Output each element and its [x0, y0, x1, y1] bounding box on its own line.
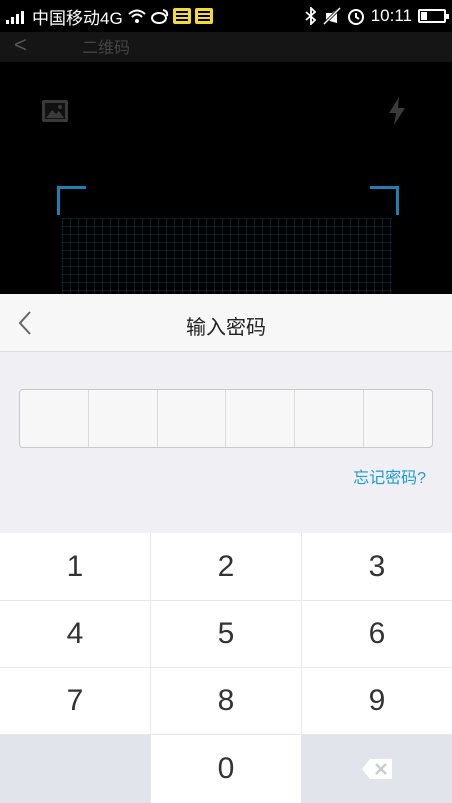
scanner-back-icon[interactable]: <	[14, 32, 27, 58]
password-digit-cell	[20, 390, 89, 447]
password-sheet: 输入密码 忘记密码? 1 2 3 4 5 6 7 8 9 0	[0, 294, 452, 803]
password-digit-cell	[158, 390, 227, 447]
numeric-keypad: 1 2 3 4 5 6 7 8 9 0	[0, 533, 452, 803]
scan-grid	[62, 218, 392, 294]
key-label: 1	[66, 549, 84, 583]
signal-icon	[6, 8, 24, 24]
clock-time: 10:11	[370, 6, 412, 25]
key-label: 2	[217, 549, 235, 583]
wifi-icon	[128, 9, 146, 23]
key-0[interactable]: 0	[151, 735, 301, 803]
yellow-app-icon	[172, 8, 191, 24]
backspace-key[interactable]	[302, 735, 452, 803]
password-digit-cell	[295, 390, 365, 447]
bluetooth-icon	[305, 7, 317, 25]
key-label: 3	[368, 549, 386, 583]
mute-icon	[322, 7, 341, 25]
battery-level	[421, 12, 427, 20]
key-3[interactable]: 3	[302, 533, 452, 600]
key-1[interactable]: 1	[0, 533, 150, 600]
key-6[interactable]: 6	[302, 601, 452, 667]
password-digit-cell	[226, 390, 296, 447]
key-label: 4	[66, 617, 84, 650]
status-bar: 中国移动4G 10:11	[0, 0, 452, 32]
carrier-label: 中国移动4G	[32, 8, 123, 28]
sheet-header: 输入密码	[0, 294, 452, 352]
key-8[interactable]: 8	[151, 668, 301, 734]
key-2[interactable]: 2	[151, 533, 301, 600]
key-7[interactable]: 7	[0, 668, 150, 734]
key-9[interactable]: 9	[302, 668, 452, 734]
key-blank	[0, 735, 150, 803]
scanner-title: 二维码	[82, 40, 131, 57]
flash-icon[interactable]	[386, 96, 408, 126]
key-5[interactable]: 5	[151, 601, 301, 667]
weibo-icon	[150, 9, 168, 24]
password-input[interactable]	[19, 389, 433, 448]
key-label: 7	[66, 684, 84, 717]
scanner-view: < 二维码	[0, 32, 452, 294]
gallery-icon[interactable]	[41, 99, 69, 123]
key-label: 5	[217, 617, 235, 650]
key-label: 8	[217, 684, 235, 717]
key-label: 6	[368, 617, 386, 650]
yellow-app-icon	[194, 8, 213, 24]
password-digit-cell	[89, 390, 158, 447]
scanner-header: < 二维码	[0, 32, 452, 62]
alarm-icon	[347, 9, 364, 25]
forgot-password-link[interactable]: 忘记密码?	[353, 464, 426, 488]
password-digit-cell	[364, 390, 432, 447]
sheet-title: 输入密码	[186, 317, 266, 339]
key-label: 9	[368, 684, 386, 717]
key-4[interactable]: 4	[0, 601, 150, 667]
scan-frame-corner	[57, 186, 86, 215]
battery-icon	[418, 9, 449, 23]
scan-frame-corner	[370, 186, 399, 215]
key-label: 0	[217, 752, 235, 785]
backspace-icon	[362, 759, 392, 779]
